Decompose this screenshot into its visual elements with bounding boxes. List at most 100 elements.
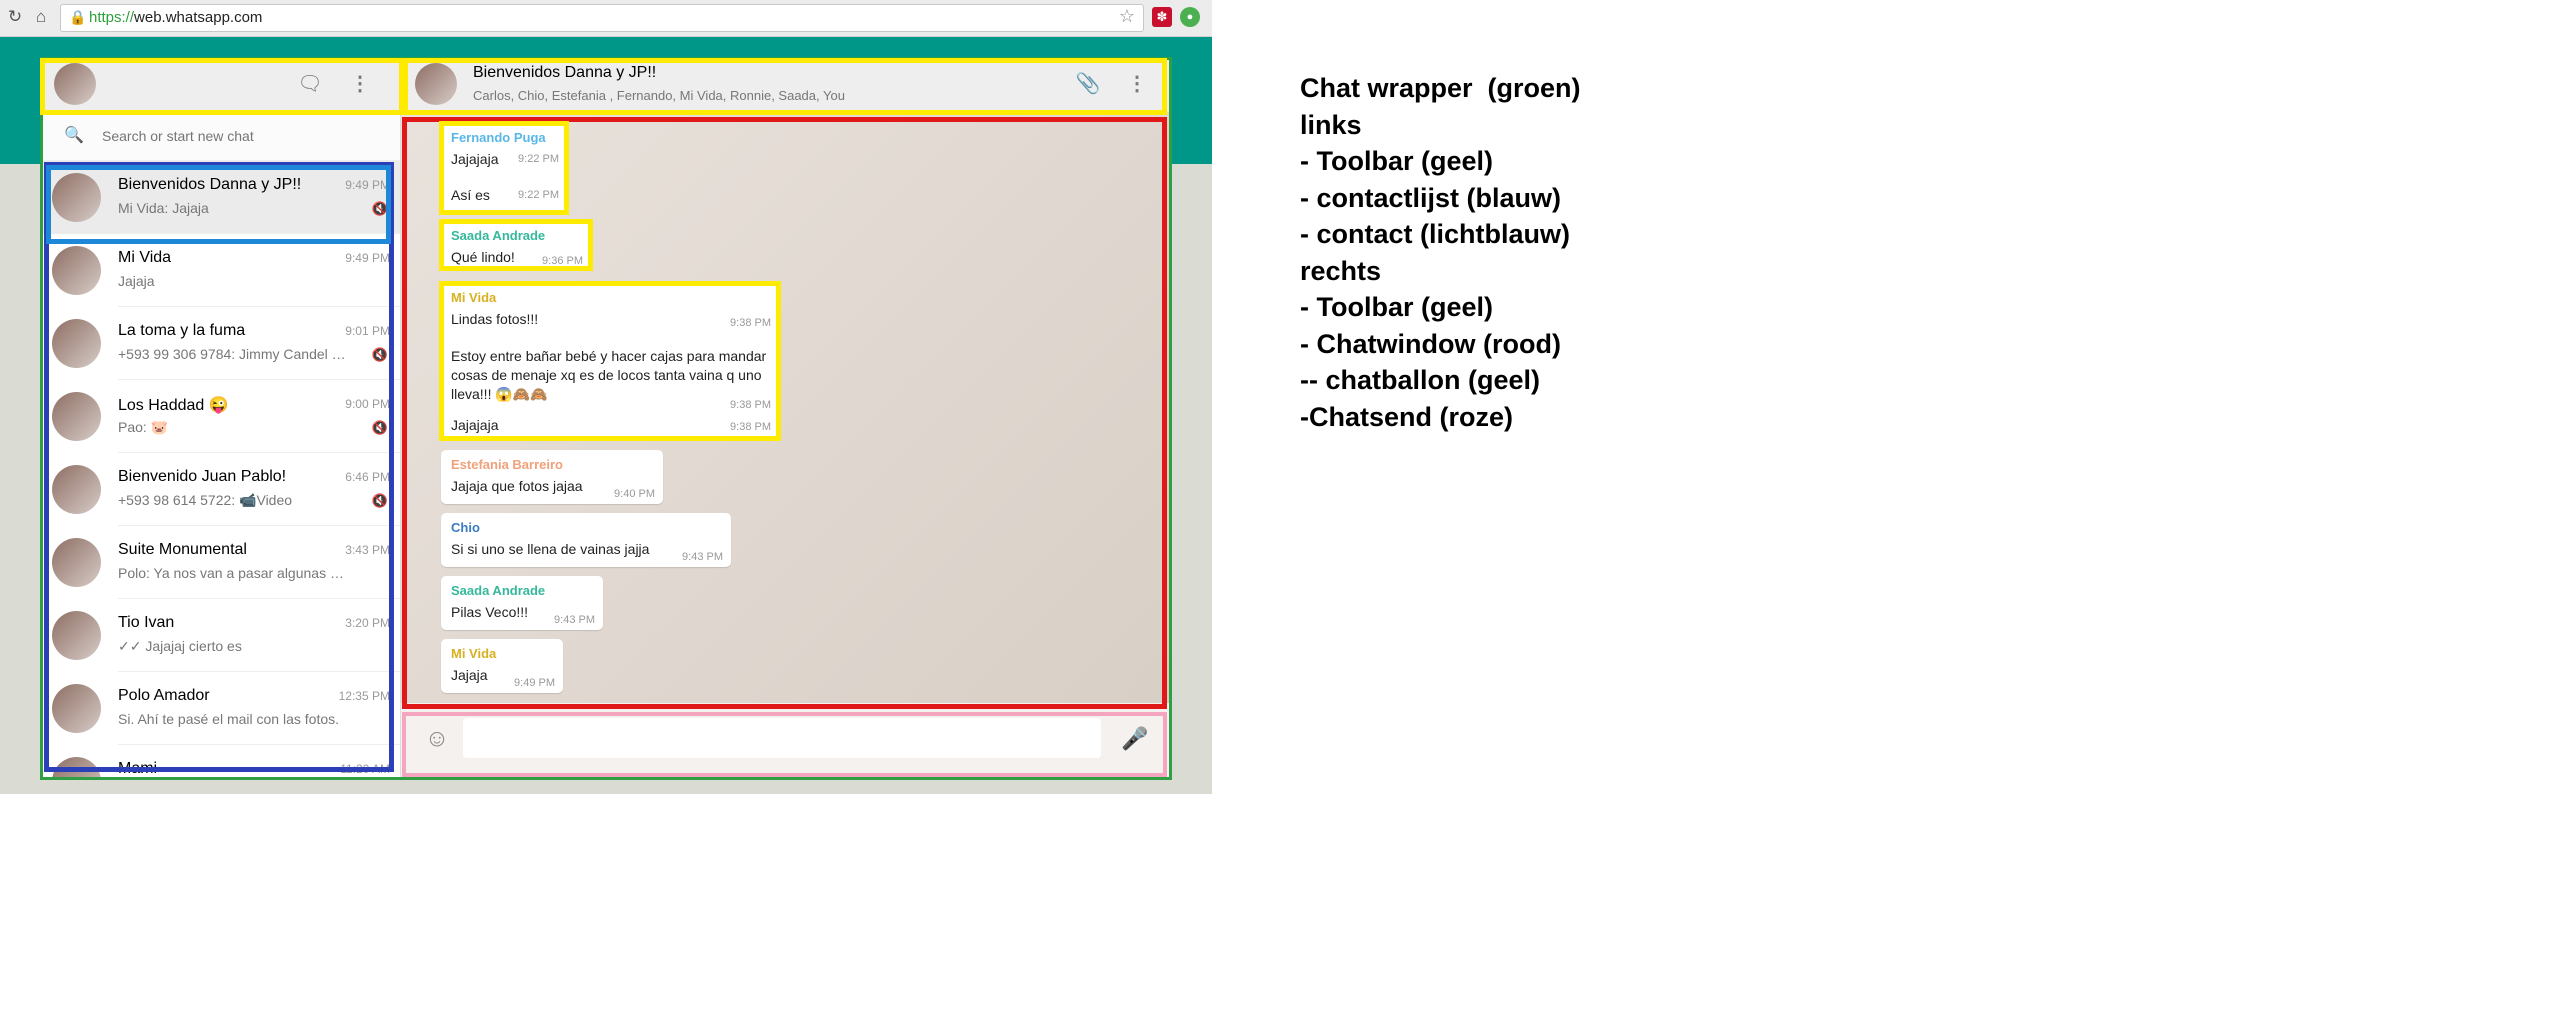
- contact-avatar: [52, 319, 101, 368]
- chat-time: 3:43 PM: [345, 543, 390, 557]
- message-text: Jajaja que fotos jajaa: [451, 478, 583, 494]
- browser-toolbar: ↻ ⌂ 🔒 https://web.whatsapp.com ☆ ✽ ●: [0, 0, 1212, 37]
- search-bar: 🔍: [40, 112, 400, 161]
- chat-preview: Polo: Ya nos van a pasar algunas opcion.…: [118, 565, 348, 581]
- legend-line: -- chatballon (geel): [1300, 365, 1541, 395]
- chat-preview: Mi Vida: Jajaja: [118, 200, 209, 216]
- search-icon: 🔍: [64, 127, 84, 144]
- message-sender[interactable]: Saada Andrade: [451, 583, 545, 598]
- group-members: Carlos, Chio, Estefania , Fernando, Mi V…: [473, 88, 845, 103]
- message-time: 9:40 PM: [614, 488, 655, 500]
- legend-line: links: [1300, 109, 1362, 140]
- chat-preview: Jajaja: [118, 273, 155, 289]
- chat-list-item[interactable]: Polo Amador 12:35 PM Si. Ahí te pasé el ma…: [40, 672, 400, 745]
- message-input[interactable]: [463, 718, 1101, 758]
- message-text: Jajajaja: [451, 151, 499, 167]
- contact-avatar: [52, 538, 101, 587]
- legend-line: Chat wrapper (groen): [1300, 73, 1581, 103]
- emoji-icon[interactable]: ☺: [423, 725, 451, 753]
- annotation-legend: Chat wrapper (groen) links - Toolbar (geel…: [1300, 70, 2500, 435]
- legend-line: rechts: [1300, 255, 1382, 286]
- chat-time: 9:01 PM: [345, 324, 390, 338]
- group-avatar[interactable]: [415, 63, 457, 105]
- chat-list-item[interactable]: La toma y la fuma 9:01 PM +593 99 306 9784…: [40, 307, 400, 380]
- chat-list-item[interactable]: Mami 11:20 AM: [40, 745, 400, 777]
- message-sender[interactable]: Chio: [451, 520, 480, 535]
- message-bubble[interactable]: Estefania Barreiro Jajaja que fotos jajaa…: [441, 450, 663, 504]
- message-bubble[interactable]: Mi Vida Lindas fotos!!! 9:38 PM Estoy entre…: [441, 283, 779, 439]
- search-input[interactable]: [100, 122, 384, 150]
- message-bubble[interactable]: Saada Andrade Pilas Veco!!! 9:43 PM: [441, 576, 603, 630]
- muted-icon: 🔇: [371, 420, 388, 435]
- chat-list-item[interactable]: Mi Vida 9:49 PM Jajaja: [40, 234, 400, 307]
- message-text: Jajaja: [451, 667, 488, 683]
- chat-name: Los Haddad 😜: [118, 397, 229, 414]
- legend-line: - contact (lichtblauw): [1300, 219, 1570, 249]
- chat-time: 9:49 PM: [345, 178, 390, 192]
- chat-name: La toma y la fuma: [118, 322, 246, 339]
- message-sender[interactable]: Mi Vida: [451, 646, 496, 661]
- message-sender[interactable]: Estefania Barreiro: [451, 457, 563, 472]
- contact-avatar: [52, 173, 101, 222]
- muted-icon: 🔇: [371, 347, 388, 362]
- reload-icon[interactable]: ↻: [4, 6, 26, 28]
- chat-time: 3:20 PM: [345, 616, 390, 630]
- chat-send-bar: ☺ 🎤: [401, 703, 1170, 777]
- right-panel: Bienvenidos Danna y JP!! Carlos, Chio, E…: [401, 57, 1170, 777]
- message-text: Pilas Veco!!!: [451, 604, 529, 620]
- menu-icon[interactable]: ⋮: [1124, 71, 1150, 97]
- microphone-icon[interactable]: 🎤: [1121, 725, 1148, 753]
- message-time: 9:43 PM: [554, 614, 595, 626]
- new-chat-icon[interactable]: 🗨: [297, 71, 323, 97]
- message-bubble[interactable]: Saada Andrade Qué lindo! 9:36 PM: [441, 221, 591, 269]
- chat-name: Bienvenido Juan Pablo!: [118, 468, 287, 485]
- message-time: 9:22 PM: [518, 153, 559, 165]
- address-bar[interactable]: 🔒 https://web.whatsapp.com ☆: [60, 4, 1144, 32]
- left-panel: 🗨 ⋮ 🔍 Bienvenidos Danna y JP!!9:49 PMMi …: [40, 57, 401, 777]
- message-text: Estoy entre bañar bebé y hacer cajas par…: [451, 348, 767, 402]
- legend-line: - Chatwindow (rood): [1300, 328, 1561, 359]
- message-sender[interactable]: Mi Vida: [451, 290, 496, 305]
- legend-line: - Toolbar (geel): [1300, 146, 1493, 176]
- attach-icon[interactable]: 📎: [1075, 71, 1101, 97]
- chat-name: Polo Amador: [118, 687, 210, 704]
- chat-name: Suite Monumental: [118, 541, 247, 558]
- muted-icon: 🔇: [371, 201, 388, 216]
- muted-icon: 🔇: [371, 493, 388, 508]
- chat-time: 12:35 PM: [338, 689, 390, 703]
- bookmark-star-icon[interactable]: ☆: [1119, 6, 1135, 27]
- chat-name: Mi Vida: [118, 249, 172, 266]
- legend-line: - contactlijst (blauw): [1300, 182, 1562, 213]
- message-text: Jajajaja: [451, 417, 499, 433]
- message-time: 9:22 PM: [518, 189, 559, 201]
- chat-list-item[interactable]: Tio Ivan 3:20 PM ✓✓ Jajajaj cierto es: [40, 599, 400, 672]
- menu-icon[interactable]: ⋮: [347, 71, 373, 97]
- chat-time: 11:20 AM: [340, 762, 390, 776]
- chat-list-item[interactable]: Los Haddad 😜 9:00 PM Pao: 🐷 🔇: [40, 380, 400, 453]
- home-icon[interactable]: ⌂: [30, 6, 52, 28]
- contact-avatar: [52, 684, 101, 733]
- chat-list-item[interactable]: Bienvenidos Danna y JP!! 9:49 PM Mi Vida: …: [40, 161, 400, 234]
- legend-line: - Toolbar (geel): [1300, 292, 1493, 322]
- message-text: Así es: [451, 187, 490, 203]
- extension-icon[interactable]: ●: [1180, 7, 1200, 27]
- chat-time: 6:46 PM: [345, 470, 390, 484]
- message-time: 9:38 PM: [730, 399, 771, 411]
- message-bubble[interactable]: Fernando Puga Jajajaja 9:22 PM Así es 9:22 P…: [441, 123, 567, 213]
- message-bubble[interactable]: Mi Vida Jajaja 9:49 PM: [441, 639, 563, 693]
- chat-window: Fernando Puga Jajajaja 9:22 PM Así es 9:22 P…: [401, 113, 1170, 703]
- extension-icon[interactable]: ✽: [1152, 7, 1172, 27]
- message-sender[interactable]: Fernando Puga: [451, 130, 546, 145]
- message-time: 9:38 PM: [730, 421, 771, 433]
- message-bubble[interactable]: Chio Si si uno se llena de vainas jajja 9:…: [441, 513, 731, 567]
- group-title[interactable]: Bienvenidos Danna y JP!!: [473, 64, 656, 82]
- legend-line: -Chatsend (roze): [1300, 401, 1514, 432]
- chat-preview: +593 99 306 9784: Jimmy Candel es ...: [118, 346, 348, 362]
- contact-avatar: [52, 246, 101, 295]
- chat-name: Tio Ivan: [118, 614, 175, 631]
- chat-list-item[interactable]: Suite Monumental 3:43 PM Polo: Ya nos van …: [40, 526, 400, 599]
- user-avatar[interactable]: [54, 63, 96, 105]
- left-toolbar: 🗨 ⋮: [40, 57, 400, 112]
- message-sender[interactable]: Saada Andrade: [451, 228, 545, 243]
- chat-list-item[interactable]: Bienvenido Juan Pablo! 6:46 PM +593 98 614…: [40, 453, 400, 526]
